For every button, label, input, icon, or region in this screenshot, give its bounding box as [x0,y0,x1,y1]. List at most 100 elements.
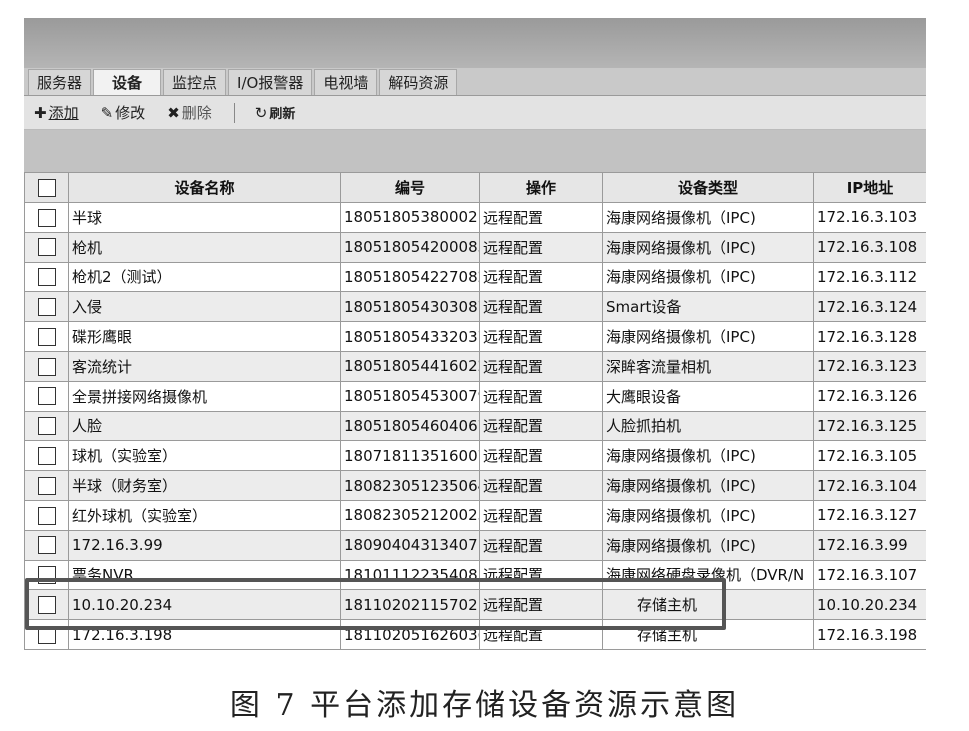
device-name-cell: 全景拼接网络摄像机 [68,380,341,412]
row-checkbox[interactable] [24,470,69,501]
toolbar: ✚ 添加 ✎ 修改 ✖ 删除 ↻ 刷新 [24,96,926,130]
device-id-cell: 180823051235064 [340,470,480,501]
ip-address-cell: 172.16.3.103 [813,202,926,233]
remote-config-link[interactable]: 远程配置 [479,202,603,233]
table-row[interactable]: 人脸 180518054604067 远程配置 人脸抓拍机 172.16.3.125 [24,410,926,442]
remote-config-link[interactable]: 远程配置 [479,321,603,352]
device-id-cell: 180518054604067 [340,410,480,442]
row-checkbox[interactable] [24,350,69,382]
column-header-type[interactable]: 设备类型 [602,172,814,203]
device-id-cell: 180518054303087 [340,291,480,323]
table-row[interactable]: 10.10.20.234 181102021157021 远程配置 存储主机 10.10… [24,589,926,621]
table-row[interactable]: 红外球机（实验室） 180823052120025 远程配置 海康网络摄像机（IPC)… [24,499,926,531]
table-row[interactable]: 枪机2（测试） 180518054227082 远程配置 海康网络摄像机（IPC) 17… [24,261,926,293]
table-row[interactable]: 票务NVR 181011122354081 远程配置 海康网络硬盘录像机（DVR/N 1… [24,559,926,591]
column-header-operation[interactable]: 操作 [479,172,603,203]
device-id-cell: 180518054416022 [340,350,480,382]
table-row[interactable]: 球机（实验室） 180718113516007 远程配置 海康网络摄像机（IPC) 17… [24,440,926,472]
edit-label: 修改 [115,104,146,122]
top-banner [24,18,926,68]
ip-address-cell: 172.16.3.123 [813,350,926,382]
device-id-cell: 180904043134071 [340,529,480,561]
ip-address-cell: 172.16.3.128 [813,321,926,352]
remote-config-link[interactable]: 远程配置 [479,440,603,472]
tab-decode-resources[interactable]: 解码资源 [379,69,458,95]
tab-io-alarms[interactable]: I/O报警器 [228,69,313,95]
device-name-cell: 半球（财务室） [68,470,341,501]
device-id-cell: 180518053800021 [340,202,480,233]
ip-address-cell: 172.16.3.124 [813,291,926,323]
row-checkbox[interactable] [24,529,69,561]
pencil-icon: ✎ [100,103,114,122]
row-checkbox[interactable] [24,231,69,263]
column-header-id[interactable]: 编号 [340,172,480,203]
row-checkbox[interactable] [24,202,69,233]
table-row[interactable]: 半球（财务室） 180823051235064 远程配置 海康网络摄像机（IPC) 17… [24,470,926,501]
cross-icon: ✖ [167,103,180,122]
ip-address-cell: 172.16.3.104 [813,470,926,501]
row-checkbox[interactable] [24,499,69,531]
remote-config-link[interactable]: 远程配置 [479,499,603,531]
row-checkbox[interactable] [24,589,69,621]
remote-config-link[interactable]: 远程配置 [479,291,603,323]
remote-config-link[interactable]: 远程配置 [479,380,603,412]
row-checkbox[interactable] [24,440,69,472]
remote-config-link[interactable]: 远程配置 [479,619,603,650]
remote-config-link[interactable]: 远程配置 [479,589,603,621]
row-checkbox[interactable] [24,291,69,323]
tab-servers[interactable]: 服务器 [28,69,92,95]
column-header-name[interactable]: 设备名称 [68,172,341,203]
add-button[interactable]: ✚ 添加 [34,102,79,123]
add-label: 添加 [48,104,79,122]
edit-button[interactable]: ✎ 修改 [101,102,146,123]
table-row[interactable]: 172.16.3.99 180904043134071 远程配置 海康网络摄像机（IP… [24,529,926,561]
remote-config-link[interactable]: 远程配置 [479,529,603,561]
tab-devices[interactable]: 设备 [93,69,162,95]
device-id-cell: 181102021157021 [340,589,480,621]
tab-tv-wall[interactable]: 电视墙 [314,69,378,95]
device-type-cell: 海康网络摄像机（IPC) [602,261,814,293]
table-row[interactable]: 全景拼接网络摄像机 180518054530079 远程配置 大鹰眼设备 172.16.… [24,380,926,412]
remote-config-link[interactable]: 远程配置 [479,350,603,382]
table-row[interactable]: 半球 180518053800021 远程配置 海康网络摄像机（IPC) 172.16.… [24,202,926,233]
device-id-cell: 181011122354081 [340,559,480,591]
row-checkbox[interactable] [24,321,69,352]
device-type-cell: 海康网络摄像机（IPC) [602,202,814,233]
tab-monitor-points[interactable]: 监控点 [163,69,227,95]
table-row[interactable]: 172.16.3.198 181102051626036 远程配置 存储主机 172.1… [24,619,926,650]
remote-config-link[interactable]: 远程配置 [479,261,603,293]
device-type-cell: 海康网络摄像机（IPC) [602,440,814,472]
device-type-cell: 海康网络摄像机（IPC) [602,499,814,531]
remote-config-link[interactable]: 远程配置 [479,559,603,591]
table-row[interactable]: 枪机 180518054200083 远程配置 海康网络摄像机（IPC) 172.16.… [24,231,926,263]
row-checkbox[interactable] [24,619,69,650]
remote-config-link[interactable]: 远程配置 [479,231,603,263]
device-type-cell: 大鹰眼设备 [602,380,814,412]
row-checkbox[interactable] [24,261,69,293]
tab-bar: 服务器 设备 监控点 I/O报警器 电视墙 解码资源 [24,68,926,96]
select-all-checkbox[interactable] [24,172,69,203]
device-type-cell: 人脸抓拍机 [602,410,814,442]
device-name-cell: 入侵 [68,291,341,323]
row-checkbox[interactable] [24,380,69,412]
refresh-button[interactable]: ↻ 刷新 [254,103,296,123]
refresh-icon: ↻ [254,103,268,122]
device-type-cell: 海康网络摄像机（IPC) [602,470,814,501]
device-name-cell: 票务NVR [68,559,341,591]
table-row[interactable]: 入侵 180518054303087 远程配置 Smart设备 172.16.3.124 [24,291,926,323]
figure-caption: 图 7 平台添加存储设备资源示意图 [229,688,740,723]
remote-config-link[interactable]: 远程配置 [479,470,603,501]
table-row[interactable]: 客流统计 180518054416022 远程配置 深眸客流量相机 172.16.3.1… [24,350,926,382]
row-checkbox[interactable] [24,559,69,591]
ip-address-cell: 172.16.3.99 [813,529,926,561]
table-row[interactable]: 碟形鹰眼 180518054332037 远程配置 海康网络摄像机（IPC) 172.1… [24,321,926,352]
ip-address-cell: 172.16.3.198 [813,619,926,650]
delete-button[interactable]: ✖ 删除 [167,102,212,123]
row-checkbox[interactable] [24,410,69,442]
column-header-ip[interactable]: IP地址 [813,172,926,203]
remote-config-link[interactable]: 远程配置 [479,410,603,442]
device-manager-window: 服务器 设备 监控点 I/O报警器 电视墙 解码资源 ✚ 添加 ✎ 修改 ✖ 删… [24,18,926,658]
device-type-cell: 海康网络硬盘录像机（DVR/N [602,559,814,591]
device-type-cell: 存储主机 [602,589,814,621]
device-name-cell: 10.10.20.234 [68,589,341,621]
